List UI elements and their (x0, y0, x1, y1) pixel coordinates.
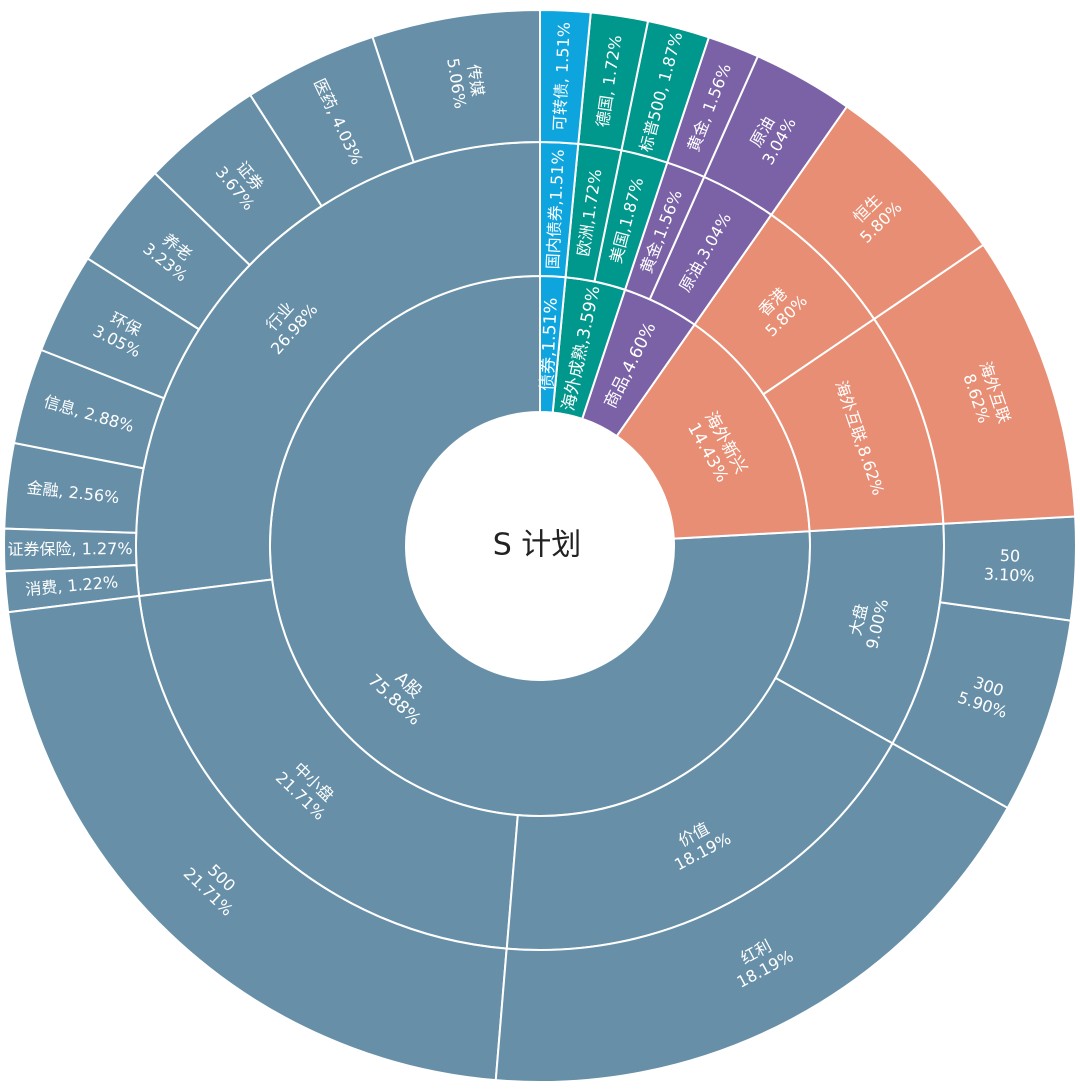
label-line: 3.10% (983, 564, 1035, 585)
sunburst-chart: A股75.88%海外新兴14.43%商品,4.60%海外成熟,3.59%债券,1… (3, 8, 1077, 1083)
label-line: 证券保险, 1.27% (7, 539, 132, 559)
label-证券保险: 证券保险, 1.27% (7, 539, 132, 559)
label-line: 50 (999, 545, 1020, 565)
chart-title: S 计划 (493, 528, 582, 563)
